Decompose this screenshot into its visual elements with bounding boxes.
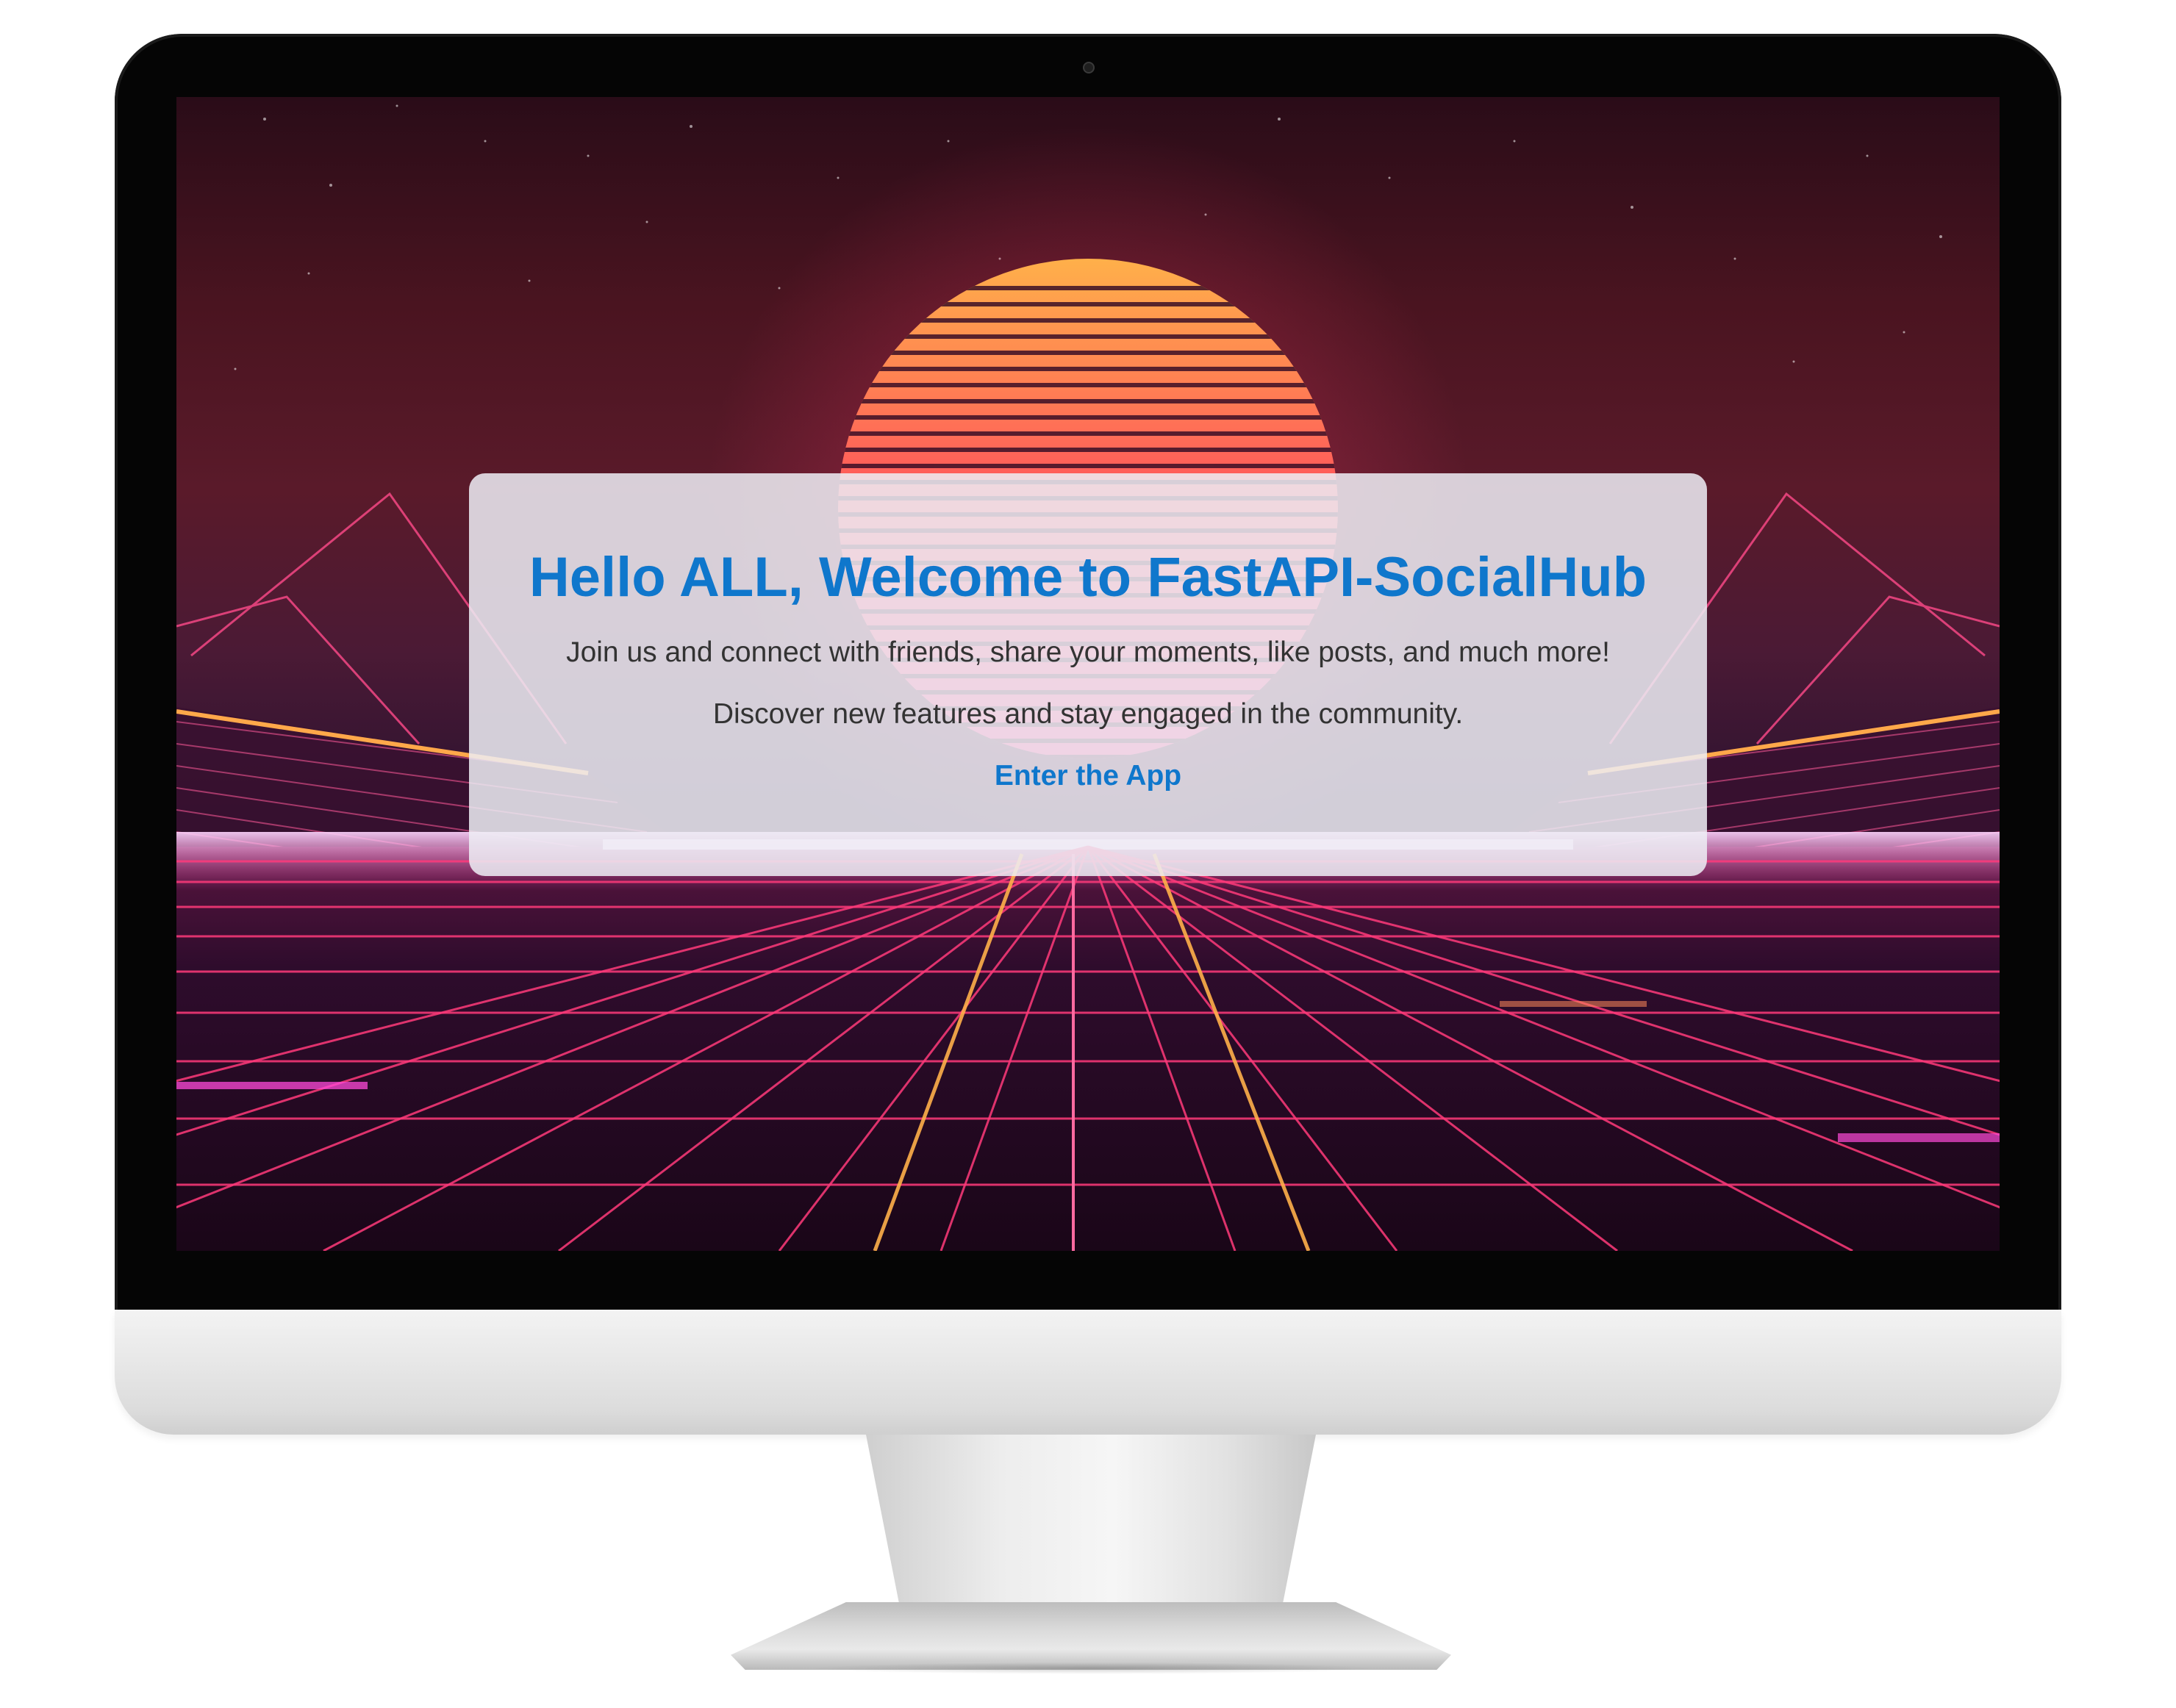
welcome-intro-text: Join us and connect with friends, share … [566,636,1610,668]
monitor-chin [115,1310,2061,1435]
device-mockup: Hello ALL, Welcome to FastAPI-SocialHub … [0,0,2176,1708]
camera-dot-icon [1083,62,1095,73]
welcome-title: Hello ALL, Welcome to FastAPI-SocialHub [529,546,1647,609]
welcome-discover-text: Discover new features and stay engaged i… [712,698,1464,730]
monitor-stand-neck [866,1435,1316,1618]
browser-viewport: Hello ALL, Welcome to FastAPI-SocialHub … [176,97,2000,1251]
enter-app-link[interactable]: Enter the App [995,756,1181,797]
stand-shadow [809,1662,1375,1674]
monitor-stand-base [731,1602,1451,1670]
welcome-card: Hello ALL, Welcome to FastAPI-SocialHub … [469,473,1707,876]
